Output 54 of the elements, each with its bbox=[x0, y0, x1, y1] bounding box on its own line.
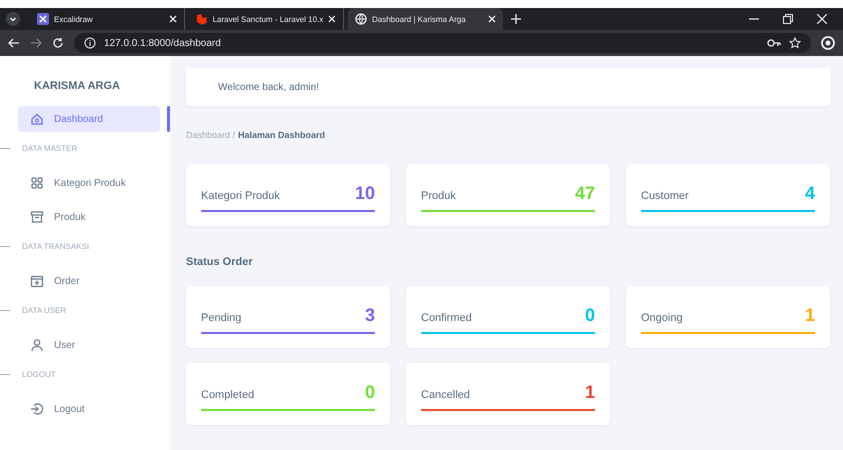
stat-value: 0 bbox=[584, 305, 595, 326]
stat-label: Completed bbox=[201, 389, 254, 403]
active-indicator bbox=[167, 106, 170, 132]
breadcrumb-current: Halaman Dashboard bbox=[238, 130, 326, 140]
forward-icon bbox=[30, 38, 42, 48]
star-icon[interactable] bbox=[789, 37, 801, 49]
app-logo-icon bbox=[196, 13, 208, 25]
browser-tab[interactable]: Dashboard | Karisma Arga bbox=[348, 8, 503, 30]
close-icon[interactable] bbox=[328, 15, 336, 23]
grid-icon bbox=[30, 176, 44, 190]
stat-value: 10 bbox=[354, 183, 375, 204]
reload-icon[interactable] bbox=[52, 37, 64, 49]
stat-value: 1 bbox=[804, 305, 815, 326]
section-header: DATA MASTER bbox=[22, 144, 78, 152]
stat-value: 47 bbox=[574, 183, 595, 204]
nav-link[interactable]: Kategori Produk bbox=[18, 170, 160, 196]
close-icon[interactable] bbox=[488, 15, 496, 23]
app-logo-icon bbox=[37, 13, 49, 25]
info-icon bbox=[84, 37, 96, 49]
welcome-text: Welcome back, admin! bbox=[218, 82, 319, 92]
section-header: LOGOUT bbox=[22, 370, 56, 378]
stat-label: Ongoing bbox=[641, 312, 683, 326]
stat-label: Customer bbox=[641, 190, 689, 204]
stat-value: 1 bbox=[584, 382, 595, 403]
stat-label: Cancelled bbox=[421, 389, 470, 403]
nav-link[interactable]: User bbox=[18, 332, 160, 358]
close-icon[interactable] bbox=[169, 15, 177, 23]
home-icon bbox=[30, 112, 44, 126]
nav-link[interactable]: Produk bbox=[18, 204, 160, 230]
stat-label: Kategori Produk bbox=[201, 190, 280, 204]
stat-label: Pending bbox=[201, 312, 242, 326]
back-icon[interactable] bbox=[8, 38, 20, 48]
brand-name: KARISMA ARGA bbox=[33, 80, 121, 92]
restore-icon[interactable] bbox=[783, 14, 793, 24]
profile-icon[interactable] bbox=[821, 36, 835, 50]
section-header: DATA TRANSAKSI bbox=[22, 242, 90, 250]
key-icon[interactable] bbox=[767, 38, 781, 48]
section-title: Status Order bbox=[186, 256, 254, 268]
archive-icon bbox=[30, 210, 44, 224]
close-icon[interactable] bbox=[817, 14, 827, 24]
stat-value: 4 bbox=[804, 183, 815, 204]
logout-icon bbox=[30, 402, 44, 416]
section-header: DATA USER bbox=[22, 306, 66, 314]
calendar-plus-icon bbox=[30, 274, 44, 288]
stat-label: Confirmed bbox=[421, 312, 472, 326]
nav-link[interactable]: Order bbox=[18, 268, 160, 294]
globe-icon bbox=[355, 13, 367, 25]
address-bar[interactable]: 127.0.0.1:8000/dashboard bbox=[74, 33, 811, 53]
new-tab-icon[interactable] bbox=[511, 14, 521, 24]
nav-link[interactable]: Logout bbox=[18, 396, 160, 422]
stat-label: Produk bbox=[421, 190, 456, 204]
stat-value: 3 bbox=[364, 305, 375, 326]
user-icon bbox=[30, 338, 44, 352]
stat-value: 0 bbox=[364, 382, 375, 403]
